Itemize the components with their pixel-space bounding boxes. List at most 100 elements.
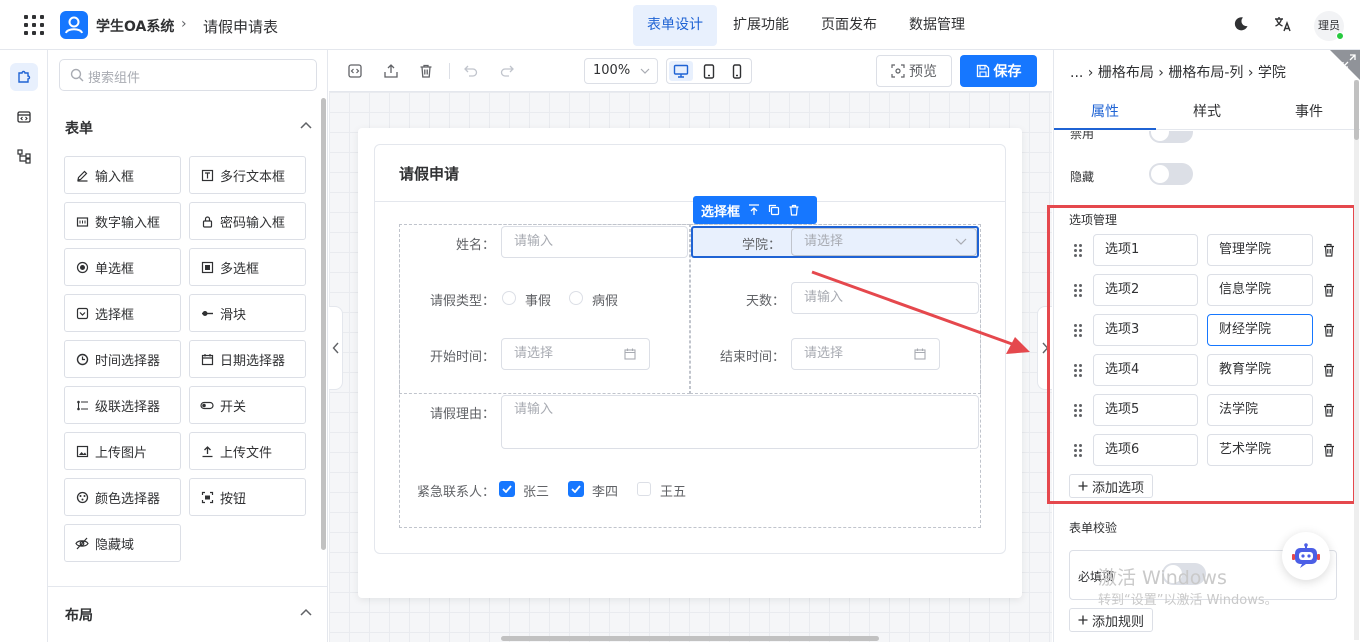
radio-personal-leave[interactable] bbox=[502, 291, 516, 305]
code-icon[interactable] bbox=[347, 63, 363, 79]
section-title-form[interactable]: 表单 bbox=[65, 118, 93, 138]
trash-icon[interactable] bbox=[418, 63, 434, 79]
icon-rail bbox=[0, 50, 48, 642]
component-upload-file[interactable]: 上传文件 bbox=[189, 432, 306, 470]
device-switcher bbox=[666, 58, 752, 84]
tablet-view-button[interactable] bbox=[697, 61, 721, 81]
component-select[interactable]: 选择框 bbox=[64, 294, 181, 332]
button-icon bbox=[201, 491, 213, 503]
chevron-up-icon[interactable] bbox=[300, 121, 312, 129]
nav-extensions[interactable]: 扩展功能 bbox=[719, 5, 803, 46]
component-label: 多行文本框 bbox=[220, 169, 286, 185]
property-scrollbar[interactable] bbox=[1354, 80, 1359, 140]
zoom-select[interactable]: 100% bbox=[584, 58, 658, 84]
component-date-picker[interactable]: 日期选择器 bbox=[189, 340, 306, 378]
checkbox-zhangsan[interactable] bbox=[499, 481, 515, 497]
hidden-label: 隐藏 bbox=[1070, 170, 1095, 184]
college-select-field[interactable]: 学院： 请选择 bbox=[691, 226, 979, 258]
plus-icon bbox=[1078, 615, 1088, 625]
copy-icon[interactable] bbox=[768, 204, 780, 216]
panel-scrollbar[interactable] bbox=[321, 98, 326, 550]
code-window-icon bbox=[17, 111, 31, 123]
radio-sick-leave[interactable] bbox=[569, 291, 583, 305]
moon-icon[interactable] bbox=[1233, 16, 1249, 32]
add-rule-label: 添加规则 bbox=[1092, 614, 1145, 630]
checkbox-label: 李四 bbox=[592, 485, 619, 500]
selected-component-tag[interactable]: 选择框 bbox=[693, 196, 817, 224]
redo-icon[interactable] bbox=[499, 63, 515, 79]
component-color-picker[interactable]: 颜色选择器 bbox=[64, 478, 181, 516]
college-placeholder: 请选择 bbox=[804, 234, 844, 249]
rail-code-button[interactable] bbox=[10, 103, 38, 131]
rail-components-button[interactable] bbox=[10, 63, 38, 91]
component-button[interactable]: 按钮 bbox=[189, 478, 306, 516]
pencil-icon bbox=[76, 170, 87, 182]
checkbox-wangwu[interactable] bbox=[637, 482, 651, 496]
top-bar: 学生OA系统 › 请假申请表 表单设计 扩展功能 页面发布 数据管理 理员 bbox=[0, 0, 1360, 50]
assistant-button[interactable] bbox=[1282, 532, 1330, 580]
tab-properties[interactable]: 属性 bbox=[1054, 101, 1156, 121]
section-title-layout[interactable]: 布局 bbox=[65, 605, 93, 625]
nav-page-publish[interactable]: 页面发布 bbox=[807, 5, 891, 46]
nav-form-design[interactable]: 表单设计 bbox=[633, 5, 717, 46]
cascader-icon bbox=[76, 400, 88, 410]
tree-icon bbox=[17, 149, 31, 164]
component-breadcrumb[interactable]: ... › 栅格布局 › 栅格布局-列 › 学院 bbox=[1070, 62, 1286, 82]
collapse-left-button[interactable] bbox=[329, 306, 343, 390]
tab-events[interactable]: 事件 bbox=[1258, 101, 1360, 121]
trash-icon[interactable] bbox=[788, 204, 800, 216]
desktop-view-button[interactable] bbox=[669, 61, 693, 81]
eye-off-icon bbox=[75, 537, 89, 549]
validation-title: 表单校验 bbox=[1069, 521, 1118, 535]
hidden-switch[interactable] bbox=[1149, 163, 1193, 185]
reason-textarea[interactable]: 请输入 bbox=[501, 395, 979, 449]
college-select[interactable]: 请选择 bbox=[791, 228, 977, 256]
export-icon[interactable] bbox=[383, 63, 399, 79]
name-input[interactable]: 请输入 bbox=[501, 226, 688, 258]
save-button[interactable]: 保存 bbox=[960, 55, 1037, 87]
undo-icon[interactable] bbox=[463, 63, 479, 79]
component-label: 按钮 bbox=[220, 491, 247, 507]
component-search-input[interactable]: 搜索组件 bbox=[59, 59, 317, 91]
arrow-up-top-icon[interactable] bbox=[748, 204, 760, 216]
disabled-switch[interactable] bbox=[1149, 131, 1193, 143]
component-radio[interactable]: 单选框 bbox=[64, 248, 181, 286]
apps-grid-icon[interactable] bbox=[24, 15, 44, 35]
component-hidden-field[interactable]: 隐藏域 bbox=[64, 524, 181, 562]
brand-name[interactable]: 学生OA系统 bbox=[96, 16, 174, 36]
image-icon bbox=[76, 445, 88, 457]
component-time-picker[interactable]: 时间选择器 bbox=[64, 340, 181, 378]
tablet-icon bbox=[703, 63, 715, 79]
checkbox-lisi[interactable] bbox=[568, 481, 584, 497]
calendar-icon bbox=[201, 353, 213, 365]
puzzle-icon bbox=[18, 70, 31, 83]
component-label: 隐藏域 bbox=[95, 537, 135, 553]
mobile-view-button[interactable] bbox=[725, 61, 749, 81]
rail-tree-button[interactable] bbox=[10, 142, 38, 170]
field-label-days: 天数： bbox=[745, 294, 785, 309]
component-textarea[interactable]: 多行文本框 bbox=[189, 156, 306, 194]
canvas-scrollbar[interactable] bbox=[501, 636, 879, 641]
translate-icon[interactable] bbox=[1274, 16, 1292, 32]
add-rule-button[interactable]: 添加规则 bbox=[1069, 608, 1154, 632]
component-password-input[interactable]: 密码输入框 bbox=[189, 202, 306, 240]
checkbox-icon bbox=[201, 261, 213, 273]
component-slider[interactable]: 滑块 bbox=[189, 294, 306, 332]
chevron-up-icon[interactable] bbox=[300, 608, 312, 616]
component-label: 输入框 bbox=[95, 169, 135, 185]
component-cascader[interactable]: 级联选择器 bbox=[64, 386, 181, 424]
start-time-picker[interactable]: 请选择 bbox=[501, 338, 650, 370]
field-label-start-time: 开始时间： bbox=[429, 350, 495, 365]
component-label: 颜色选择器 bbox=[95, 491, 161, 507]
component-input[interactable]: 输入框 bbox=[64, 156, 181, 194]
design-canvas[interactable]: 请假申请 姓名： 请输入 请假类型： 事假 病假 天数： 请输入 开始时间： 请… bbox=[329, 92, 1052, 642]
clock-icon bbox=[76, 353, 88, 365]
component-number-input[interactable]: 数字输入框 bbox=[64, 202, 181, 240]
component-switch[interactable]: 开关 bbox=[189, 386, 306, 424]
component-label: 开关 bbox=[220, 399, 247, 415]
component-checkbox[interactable]: 多选框 bbox=[189, 248, 306, 286]
component-upload-image[interactable]: 上传图片 bbox=[64, 432, 181, 470]
tab-styles[interactable]: 样式 bbox=[1156, 101, 1258, 121]
nav-data-management[interactable]: 数据管理 bbox=[895, 5, 979, 46]
preview-button[interactable]: 预览 bbox=[876, 55, 952, 87]
